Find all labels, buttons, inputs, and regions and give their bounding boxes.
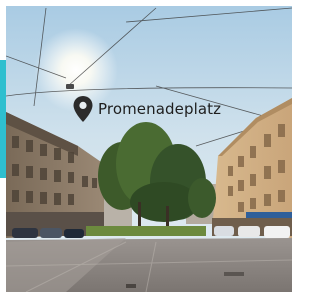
location-card: Promenadeplatz [0, 0, 292, 292]
map-pin-shape [73, 96, 93, 122]
map-pin-hole [79, 101, 87, 109]
location-label: Promenadeplatz [72, 95, 221, 123]
map-pin-icon [73, 96, 93, 122]
place-name: Promenadeplatz [98, 100, 222, 118]
street-photo [6, 6, 292, 292]
